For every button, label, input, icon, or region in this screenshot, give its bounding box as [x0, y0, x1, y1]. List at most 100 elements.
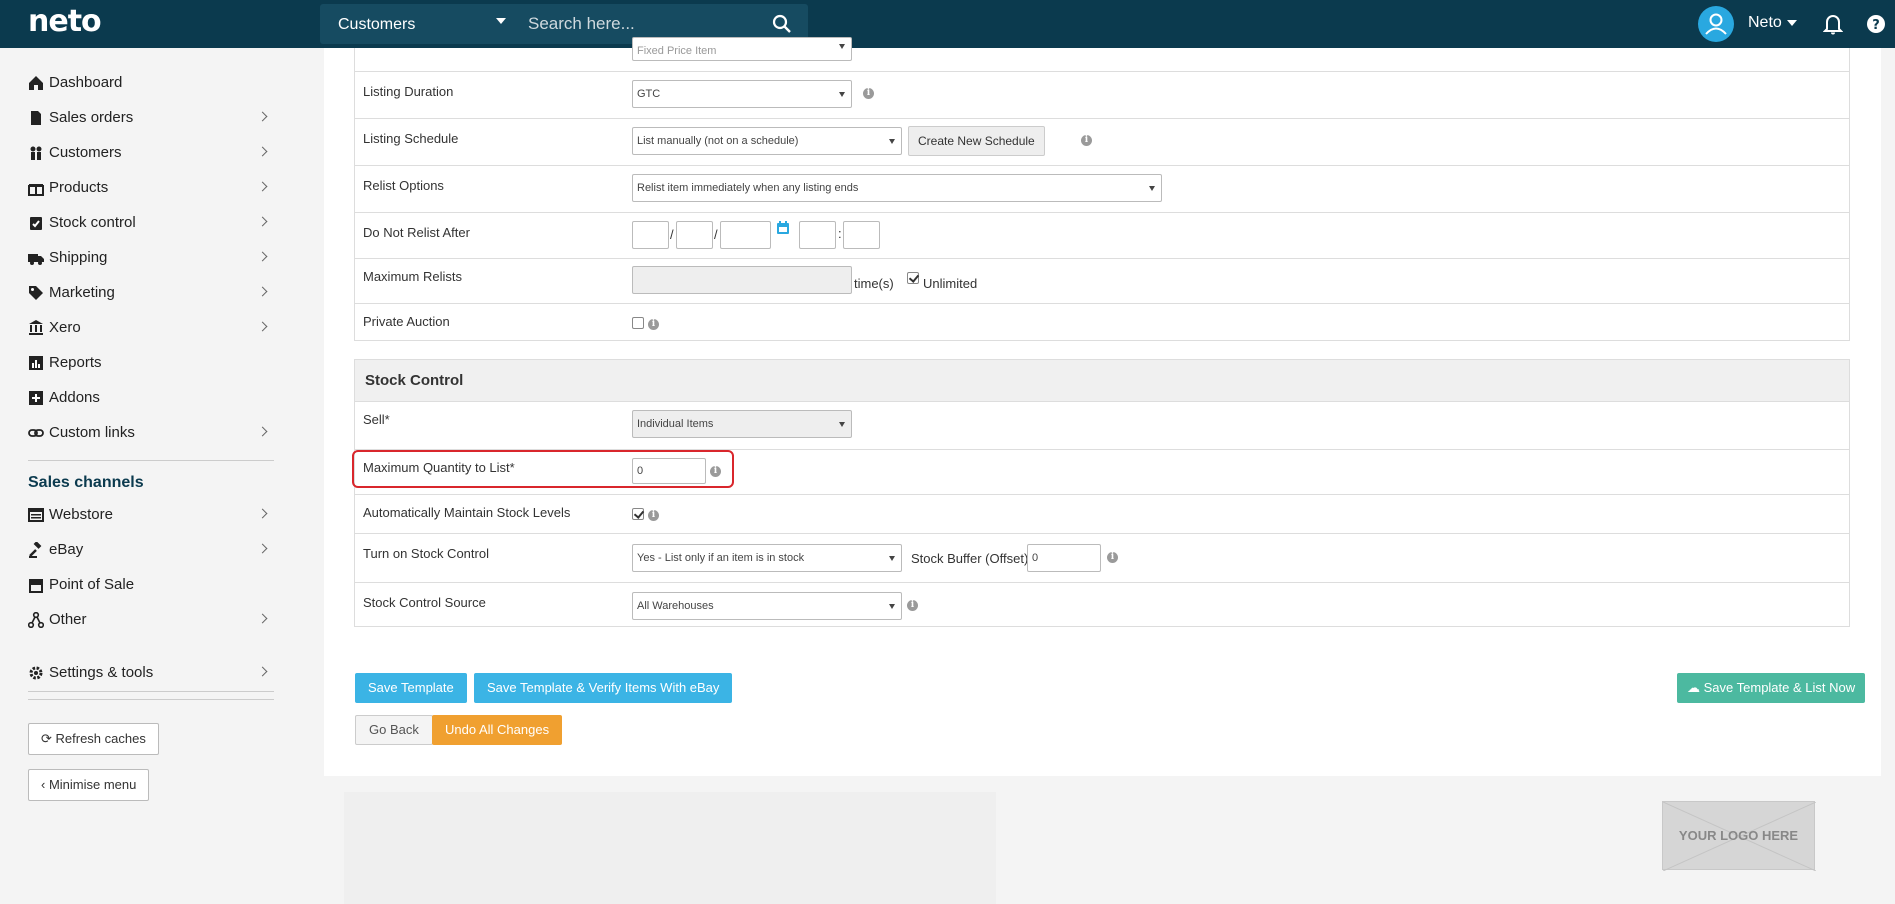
sidebar-item-settings[interactable]: Settings & tools [28, 662, 274, 686]
chevron-right-icon [257, 321, 268, 332]
sidebar-item-custom-links[interactable]: Custom links [28, 422, 274, 446]
refresh-caches-button[interactable]: ⟳ Refresh caches [28, 723, 159, 755]
year-input[interactable] [720, 221, 771, 249]
undo-all-changes-button[interactable]: Undo All Changes [432, 715, 563, 745]
chevron-down-icon[interactable] [1787, 20, 1797, 26]
info-icon[interactable]: i [648, 319, 659, 330]
form-row-stock-control-source: Stock Control Source All Warehouses i [355, 582, 1849, 628]
form-row: Fixed Price Item [355, 37, 1849, 71]
sidebar-item-point-of-sale[interactable]: Point of Sale [28, 574, 274, 598]
field-label: Stock Control Source [363, 595, 486, 610]
chevron-right-icon [257, 146, 268, 157]
field-label: Listing Schedule [363, 131, 459, 146]
sidebar-item-customers[interactable]: Customers [28, 142, 274, 166]
sell-select[interactable]: Individual Items [632, 410, 852, 438]
chevron-right-icon [257, 216, 268, 227]
turn-on-stock-control-select[interactable]: Yes - List only if an item is in stock [632, 544, 902, 572]
sidebar-item-label: Reports [49, 354, 102, 371]
sidebar-item-dashboard[interactable]: Dashboard [28, 72, 274, 96]
sidebar-item-label: Shipping [49, 249, 108, 266]
day-input[interactable] [632, 221, 669, 249]
select-value: Individual Items [637, 418, 714, 430]
sidebar-item-other[interactable]: Other [28, 609, 274, 633]
divider [28, 460, 274, 461]
relist-options-select[interactable]: Relist item immediately when any listing… [632, 174, 1162, 202]
info-icon[interactable]: i [1107, 552, 1118, 563]
listing-duration-select[interactable]: GTC [632, 80, 852, 108]
search-input[interactable] [528, 12, 768, 36]
save-template-button[interactable]: Save Template [355, 673, 467, 703]
sidebar-item-stock-control[interactable]: Stock control [28, 212, 274, 236]
go-back-button[interactable]: Go Back [355, 715, 433, 745]
save-verify-button[interactable]: Save Template & Verify Items With eBay [474, 673, 733, 703]
info-icon[interactable]: i [648, 510, 659, 521]
sidebar-item-label: Customers [49, 144, 122, 161]
sidebar-item-label: Sales orders [49, 109, 134, 126]
month-input[interactable] [676, 221, 713, 249]
calendar-icon[interactable] [776, 221, 790, 235]
chevron-left-icon: ‹ [41, 777, 49, 792]
listing-schedule-select[interactable]: List manually (not on a schedule) [632, 127, 902, 155]
listing-type-select[interactable]: Fixed Price Item [632, 37, 852, 61]
bell-icon[interactable] [1823, 13, 1843, 35]
avatar[interactable] [1698, 6, 1734, 42]
info-icon[interactable]: i [863, 88, 874, 99]
maximum-relists-input[interactable] [632, 266, 852, 294]
divider [28, 699, 274, 700]
sidebar-item-label: Stock control [49, 214, 136, 231]
private-auction-checkbox[interactable] [632, 317, 644, 329]
refresh-caches-label: Refresh caches [55, 731, 146, 746]
sidebar-item-ebay[interactable]: eBay [28, 539, 274, 563]
user-icon [1705, 13, 1727, 35]
chevron-down-icon[interactable] [496, 18, 506, 24]
field-label: Private Auction [363, 314, 450, 329]
sidebar-item-label: Point of Sale [49, 576, 135, 593]
sidebar-item-xero[interactable]: Xero [28, 317, 274, 341]
save-list-now-label: Save Template & List Now [1703, 680, 1856, 695]
sidebar-item-shipping[interactable]: Shipping [28, 247, 274, 271]
sidebar-item-label: eBay [49, 541, 84, 558]
field-label: Maximum Relists [363, 269, 462, 284]
minute-input[interactable] [843, 221, 880, 249]
sidebar-item-label: Xero [49, 319, 81, 336]
gift-icon [28, 184, 44, 196]
sidebar-item-marketing[interactable]: Marketing [28, 282, 274, 306]
stock-buffer-input[interactable]: 0 [1027, 544, 1101, 572]
select-value: All Warehouses [637, 600, 714, 612]
info-icon[interactable]: i [1081, 135, 1092, 146]
sidebar: Dashboard Sales orders Customers Products St… [0, 48, 300, 904]
save-list-now-button[interactable]: ☁ Save Template & List Now [1677, 673, 1866, 703]
sidebar-item-sales-orders[interactable]: Sales orders [28, 107, 274, 131]
sidebar-item-label: Products [49, 179, 109, 196]
footer-area [344, 792, 996, 904]
field-label: Turn on Stock Control [363, 546, 489, 561]
gear-icon [29, 666, 43, 680]
field-label: Sell* [363, 412, 390, 427]
auto-maintain-stock-checkbox[interactable] [632, 508, 644, 520]
search-scope-select[interactable]: Customers [338, 16, 415, 34]
hour-input[interactable] [799, 221, 836, 249]
main-panel: Fixed Price Item Listing Duration GTC i … [324, 37, 1881, 776]
users-icon [30, 146, 42, 160]
user-menu[interactable]: Neto [1748, 14, 1782, 32]
browser-icon [28, 508, 44, 522]
unlimited-checkbox[interactable] [907, 272, 919, 284]
minimise-menu-button[interactable]: ‹ Minimise menu [28, 769, 150, 801]
info-icon[interactable]: i [907, 600, 918, 611]
sidebar-item-products[interactable]: Products [28, 177, 274, 201]
create-new-schedule-button[interactable]: Create New Schedule [908, 126, 1045, 156]
form-row-auto-maintain-stock: Automatically Maintain Stock Levels i [355, 494, 1849, 533]
field-label: Relist Options [363, 178, 444, 193]
sidebar-item-label: Webstore [49, 506, 113, 523]
chart-icon [29, 356, 43, 370]
sidebar-item-reports[interactable]: Reports [28, 352, 274, 376]
help-icon[interactable]: ? [1866, 13, 1886, 35]
sidebar-item-addons[interactable]: Addons [28, 387, 274, 411]
date-separator: / [670, 227, 674, 242]
neto-logo[interactable]: neto [28, 4, 102, 39]
stock-control-source-select[interactable]: All Warehouses [632, 592, 902, 620]
chevron-right-icon [257, 508, 268, 519]
search-icon[interactable] [772, 14, 792, 34]
sidebar-item-webstore[interactable]: Webstore [28, 504, 274, 528]
chevron-right-icon [257, 181, 268, 192]
